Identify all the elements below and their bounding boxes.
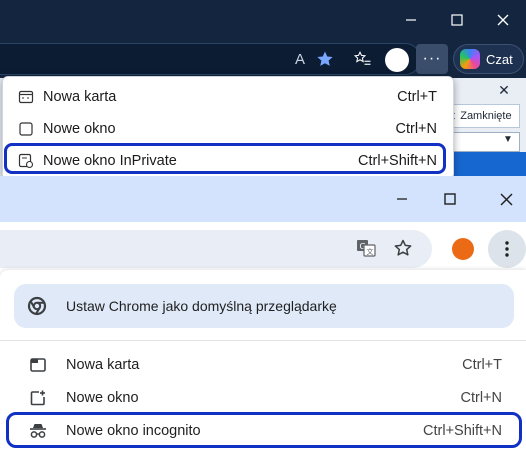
maximize-icon [444, 193, 456, 205]
new-window-icon [17, 120, 35, 138]
close-icon [500, 193, 512, 205]
edge-menu-item-shortcut: Ctrl+N [395, 120, 438, 137]
close-icon [497, 14, 509, 26]
favorite-button[interactable] [312, 46, 338, 72]
edge-menu-item-label: Nowa karta [43, 88, 117, 105]
chrome-titlebar [0, 176, 526, 222]
more-icon: ··· [422, 50, 442, 67]
screenshot-root: A ··· Czat ✕ ✕ Zamknięte ▼ [0, 0, 526, 459]
chrome-toolbar: G文 [0, 222, 526, 276]
edge-window: A ··· Czat ✕ ✕ Zamknięte ▼ [0, 0, 526, 176]
chrome-menu-item-new-window[interactable]: Nowe okno Ctrl+N [0, 381, 526, 414]
chrome-menu-item-label: Nowe okno [66, 389, 139, 406]
edge-toolbar: A ··· Czat [0, 40, 526, 78]
star-filled-icon [317, 51, 333, 66]
new-tab-icon [17, 88, 35, 106]
highlight-frame-chrome [6, 412, 522, 448]
copilot-button[interactable]: Czat [453, 44, 524, 74]
chrome-window: G文 Ustaw Chrome jako domyślną przeglądar… [0, 176, 526, 459]
more-vertical-icon [505, 241, 509, 257]
background-closed-label: Zamknięte [460, 110, 512, 122]
set-default-browser-button[interactable]: Ustaw Chrome jako domyślną przeglądarkę [14, 284, 514, 328]
copilot-icon [460, 49, 480, 69]
new-window-icon [28, 388, 48, 408]
minimize-button[interactable] [388, 0, 434, 40]
copilot-label: Czat [486, 51, 513, 67]
chrome-menu-item-label: Nowa karta [66, 356, 140, 373]
highlight-frame-edge [4, 143, 446, 174]
minimize-icon [406, 19, 416, 21]
background-close-icon[interactable]: ✕ [494, 80, 514, 100]
svg-text:文: 文 [367, 247, 374, 256]
settings-more-button[interactable]: ··· [416, 44, 448, 74]
chrome-menu-item-shortcut: Ctrl+N [460, 389, 503, 406]
edge-menu-item-new-window[interactable]: Nowe okno Ctrl+N [3, 113, 455, 144]
menu-divider [0, 340, 526, 341]
bookmark-button[interactable] [391, 236, 415, 260]
favorites-list-icon [354, 51, 371, 65]
translate-icon: G文 [357, 240, 376, 257]
chrome-menu-item-shortcut: Ctrl+T [462, 356, 502, 373]
profile-avatar[interactable] [385, 48, 409, 72]
edge-menu-item-new-tab[interactable]: Nowa karta Ctrl+T [3, 81, 455, 112]
minimize-icon [397, 198, 407, 200]
translate-button[interactable]: G文 [354, 236, 378, 260]
dropdown-arrow-icon: ▼ [503, 134, 513, 145]
chrome-menu-item-new-tab[interactable]: Nowa karta Ctrl+T [0, 348, 526, 381]
edge-menu-item-shortcut: Ctrl+T [397, 88, 437, 105]
close-button[interactable] [486, 184, 526, 214]
new-tab-icon [28, 355, 48, 375]
maximize-icon [451, 14, 463, 26]
profile-avatar[interactable] [452, 238, 474, 260]
maximize-button[interactable] [430, 184, 470, 214]
edge-menu-item-label: Nowe okno [43, 120, 116, 137]
read-aloud-icon: A [294, 50, 305, 68]
set-default-browser-label: Ustaw Chrome jako domyślną przeglądarkę [66, 298, 337, 314]
chrome-logo-icon [26, 295, 48, 317]
star-outline-icon [394, 239, 412, 256]
close-button[interactable] [480, 0, 526, 40]
maximize-button[interactable] [434, 0, 480, 40]
favorites-list-button[interactable] [350, 46, 376, 72]
read-aloud-button[interactable]: A [287, 46, 313, 72]
minimize-button[interactable] [382, 184, 422, 214]
chrome-menu-button[interactable] [488, 230, 526, 268]
